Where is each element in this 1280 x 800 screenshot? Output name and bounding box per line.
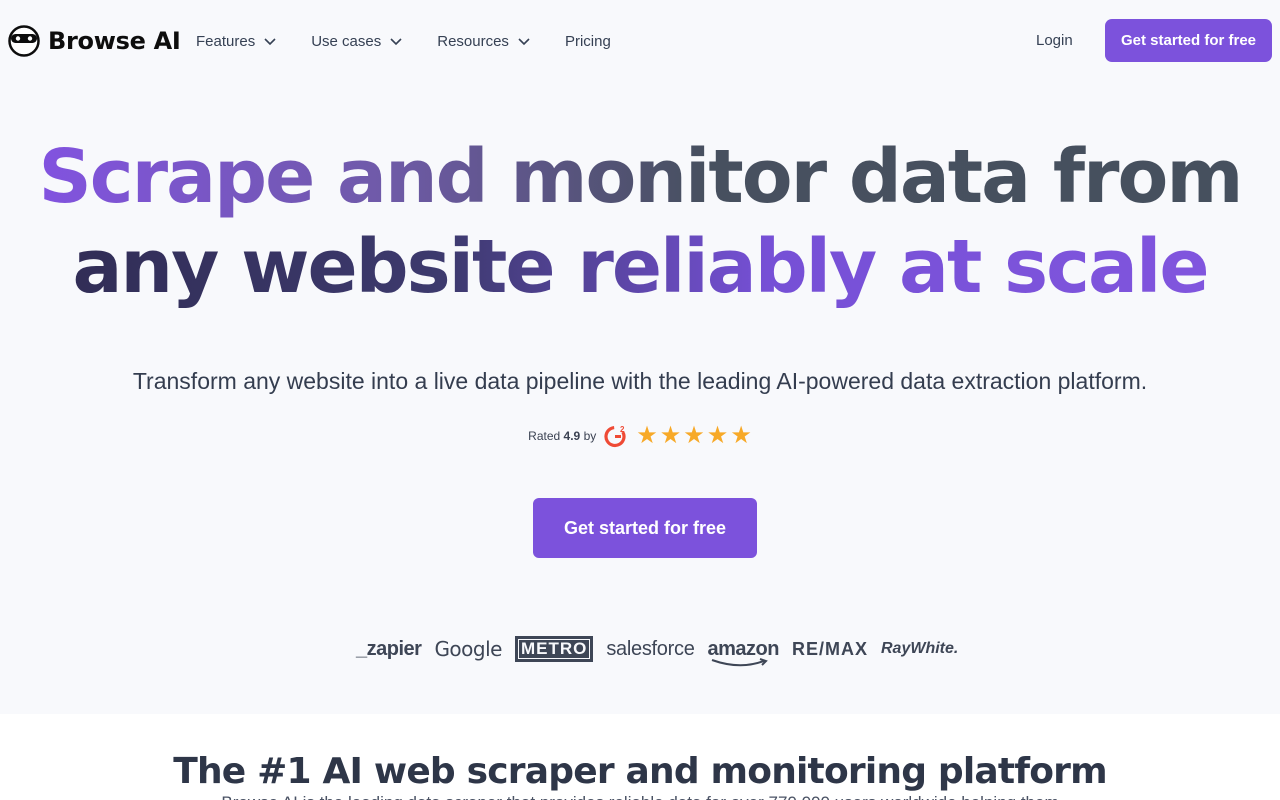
raywhite-logo: RayWhite. — [881, 640, 959, 657]
rating-prefix: Rated — [528, 429, 561, 443]
section-title: The #1 AI web scraper and monitoring pla… — [173, 751, 1107, 792]
robot-logo-icon — [8, 25, 40, 57]
amazon-logo-text: amazon — [707, 637, 780, 660]
hero-title-line-1: Scrape and monitor data from — [0, 132, 1280, 222]
star-icon: ★ — [659, 422, 682, 449]
hero-title-line-2: any website reliably at scale — [0, 222, 1280, 312]
nav-resources[interactable]: Resources — [437, 30, 531, 52]
star-icon: ★ — [683, 422, 705, 449]
main-menu: Features Use cases Resources Pricing — [196, 30, 645, 52]
star-icon: ★ — [706, 422, 729, 449]
remax-logo: RE/MAX — [791, 638, 868, 659]
features-intro-section: The #1 AI web scraper and monitoring pla… — [0, 714, 1280, 800]
chevron-down-icon — [518, 38, 530, 46]
g2-rating: Rated 4.9 by 2 ★ ★ ★ ★ ★ — [0, 424, 1280, 448]
amazon-logo: amazon — [707, 637, 780, 666]
hero-title-part-1: Scrape and — [38, 134, 511, 220]
star-icon: ★ — [636, 422, 658, 449]
zapier-logo: _zapier — [356, 637, 422, 660]
top-navigation: Browse AI Features Use cases Resources P… — [0, 0, 1280, 82]
chevron-down-icon — [264, 38, 276, 46]
customer-logos: _zapier Google METRO salesforce amazon R… — [356, 634, 971, 666]
google-logo: Google — [434, 637, 502, 661]
nav-use-cases-label: Use cases — [311, 32, 382, 50]
salesforce-logo: salesforce — [606, 637, 695, 660]
g2-logo-icon: 2 — [604, 425, 626, 448]
hero-get-started-button[interactable]: Get started for free — [533, 498, 757, 558]
svg-text:2: 2 — [620, 425, 625, 434]
nav-pricing[interactable]: Pricing — [565, 30, 611, 52]
rating-text: Rated 4.9 by — [528, 429, 596, 443]
nav-pricing-label: Pricing — [564, 32, 611, 50]
nav-use-cases[interactable]: Use cases — [311, 30, 403, 52]
rating-value: 4.9 — [563, 429, 581, 443]
brand-name: Browse AI — [48, 27, 181, 55]
section-description: Browse AI is the leading data scraper th… — [0, 792, 1280, 800]
browse-ai-logo[interactable]: Browse AI — [8, 24, 181, 58]
hero-title: Scrape and monitor data from any website… — [0, 132, 1280, 312]
nav-resources-label: Resources — [437, 32, 509, 50]
nav-features-label: Features — [196, 32, 256, 50]
chevron-down-icon — [390, 38, 402, 46]
rating-stars: ★ ★ ★ ★ ★ — [636, 424, 752, 448]
hero-subtitle: Transform any website into a live data p… — [132, 368, 1148, 394]
amazon-smile-icon — [711, 657, 768, 666]
star-icon: ★ — [730, 422, 752, 449]
nav-features[interactable]: Features — [196, 30, 277, 52]
metro-logo: METRO — [514, 636, 594, 662]
hero-title-part-2: monitor data from — [510, 134, 1242, 220]
nav-get-started-button[interactable]: Get started for free — [1105, 19, 1272, 62]
rating-suffix: by — [583, 429, 597, 443]
login-link[interactable]: Login — [1036, 30, 1073, 52]
